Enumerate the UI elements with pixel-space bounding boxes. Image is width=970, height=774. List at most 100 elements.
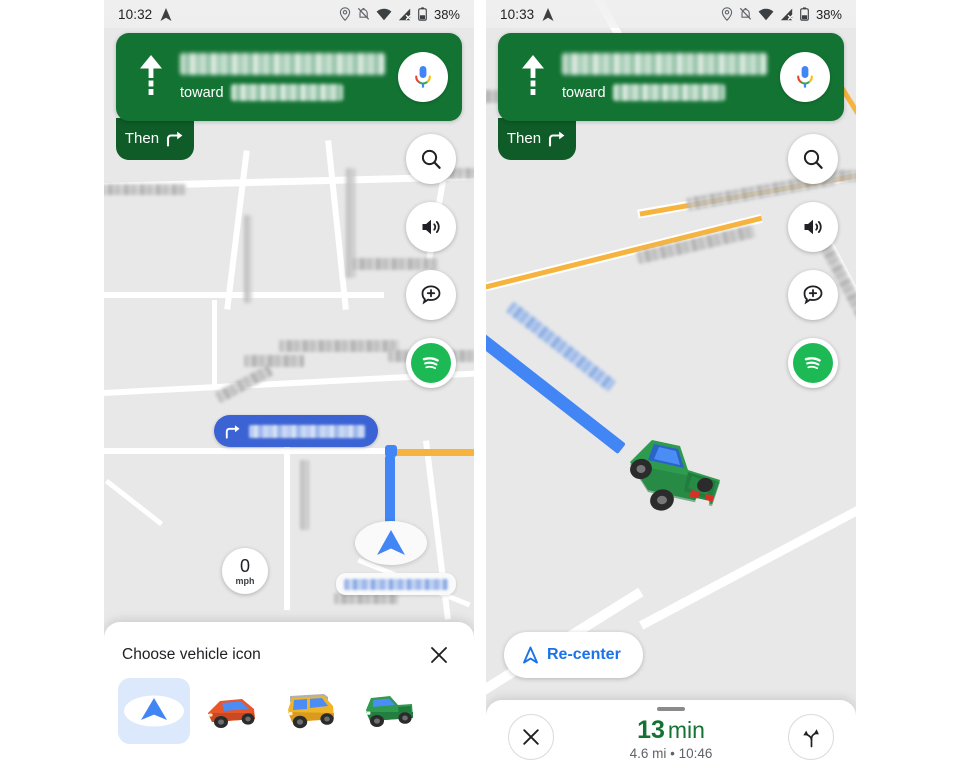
car-suv-icon	[288, 694, 334, 729]
vehicle-icon-sheet: Choose vehicle icon	[104, 622, 474, 774]
notifications-muted-icon	[739, 7, 752, 20]
battery-icon	[800, 7, 809, 21]
straight-ahead-arrow-icon	[140, 55, 162, 95]
end-navigation-button[interactable]	[508, 714, 554, 760]
phone-screen-left: 10:32 38% Then toward 0 mph Choose vehic…	[104, 0, 474, 774]
then-card-left: Then	[116, 118, 194, 160]
map-street-label	[104, 184, 186, 195]
car-pickup-icon	[366, 696, 413, 727]
map-controls-right	[788, 134, 838, 388]
volume-on-icon	[804, 219, 822, 235]
green-pickup-truck-marker	[630, 440, 720, 511]
vehicle-option-arrow[interactable]	[118, 678, 190, 744]
turn-right-icon	[167, 131, 183, 147]
map-controls-left	[406, 134, 456, 388]
turn-right-icon	[225, 425, 240, 439]
navigation-arrow-icon	[542, 7, 554, 21]
spotify-button[interactable]	[788, 338, 838, 388]
battery-icon	[418, 7, 427, 21]
navigation-street-redacted	[562, 53, 767, 75]
search-button[interactable]	[788, 134, 838, 184]
road	[284, 440, 290, 610]
eta-value: 13	[637, 716, 665, 745]
battery-percentage: 38%	[433, 6, 460, 22]
map-street-label	[300, 460, 309, 530]
assistant-mic-button[interactable]	[780, 52, 830, 102]
road	[104, 448, 389, 454]
route-alternatives-button[interactable]	[788, 714, 834, 760]
add-report-icon	[803, 285, 823, 305]
maneuver-icon-wrap	[130, 53, 172, 101]
left-margin	[0, 0, 104, 774]
car-sedan-icon	[208, 699, 255, 728]
turn-instruction-badge	[214, 415, 378, 447]
sheet-title: Choose vehicle icon	[122, 646, 261, 663]
speed-value: 0	[239, 555, 250, 576]
spotify-button[interactable]	[406, 338, 456, 388]
recenter-arrow-icon	[523, 646, 538, 664]
current-street-redacted	[344, 578, 448, 590]
location-pin-icon	[339, 7, 351, 21]
spotify-waves-icon	[804, 357, 821, 370]
road	[104, 478, 164, 527]
navigation-text-block: toward	[554, 53, 780, 101]
sound-button[interactable]	[788, 202, 838, 252]
map-street-label	[244, 355, 304, 367]
navigation-banner-right[interactable]: toward	[498, 33, 844, 121]
status-bar-left: 10:32 38%	[104, 0, 474, 28]
spotify-icon	[411, 343, 451, 383]
sheet-grabber[interactable]	[657, 707, 685, 711]
sound-button[interactable]	[406, 202, 456, 252]
eta-unit: min	[667, 717, 705, 744]
toward-label: toward	[562, 84, 606, 101]
then-card-right: Then	[498, 118, 576, 160]
maneuver-icon-wrap	[512, 53, 554, 101]
recenter-button[interactable]: Re-center	[504, 632, 643, 678]
map-street-label	[279, 340, 399, 352]
road	[212, 300, 217, 390]
recenter-label: Re-center	[547, 646, 621, 663]
current-street-chip	[336, 573, 456, 595]
spotify-waves-icon	[422, 357, 439, 370]
user-location-puck	[355, 521, 427, 565]
status-bar-left-group: 10:32	[118, 7, 172, 22]
turn-right-icon	[549, 131, 565, 147]
assistant-mic-button[interactable]	[398, 52, 448, 102]
status-bar-left-group: 10:33	[500, 7, 554, 22]
vehicle-option-pickup[interactable]	[352, 678, 424, 744]
screenshot-stage: 10:32 38% Then toward 0 mph Choose vehic…	[0, 0, 970, 774]
status-bar-right-group: 38%	[339, 7, 460, 22]
speedometer: 0 mph	[222, 548, 268, 594]
route-alternatives-icon	[802, 728, 819, 747]
navigation-bottom-bar: 13 min 4.6 mi • 10:46	[486, 700, 856, 774]
navigation-banner-left[interactable]: toward	[116, 33, 462, 121]
phone-screen-right: 10:33 38% Then toward Re-center 13 min 4…	[486, 0, 856, 774]
navigation-toward-line: toward	[562, 84, 780, 101]
vehicle-option-suv[interactable]	[274, 678, 346, 744]
navigation-street-redacted	[180, 53, 385, 75]
add-report-icon	[421, 285, 441, 305]
search-button[interactable]	[406, 134, 456, 184]
report-button[interactable]	[406, 270, 456, 320]
vehicle-options-row	[104, 668, 474, 744]
status-bar-right-group: 38%	[721, 7, 842, 22]
status-time: 10:33	[500, 6, 535, 22]
navigation-destination-redacted	[612, 84, 725, 101]
navigation-destination-redacted	[230, 84, 343, 101]
eta-distance-time: 4.6 mi • 10:46	[629, 745, 713, 761]
battery-percentage: 38%	[815, 6, 842, 22]
navigation-arrow-icon	[124, 695, 184, 727]
notifications-muted-icon	[357, 7, 370, 20]
navigation-arrow-icon	[377, 530, 405, 555]
vehicle-option-sedan[interactable]	[196, 678, 268, 744]
cellular-off-icon	[398, 8, 412, 20]
navigation-text-block: toward	[172, 53, 398, 101]
sheet-header: Choose vehicle icon	[104, 622, 474, 668]
report-button[interactable]	[788, 270, 838, 320]
map-street-label	[244, 215, 252, 303]
turn-street-redacted	[249, 424, 365, 438]
close-sheet-button[interactable]	[426, 642, 452, 668]
eta-summary[interactable]: 13 min 4.6 mi • 10:46	[630, 717, 713, 760]
straight-ahead-arrow-icon	[522, 55, 544, 95]
navigation-arrow-icon	[160, 7, 172, 21]
